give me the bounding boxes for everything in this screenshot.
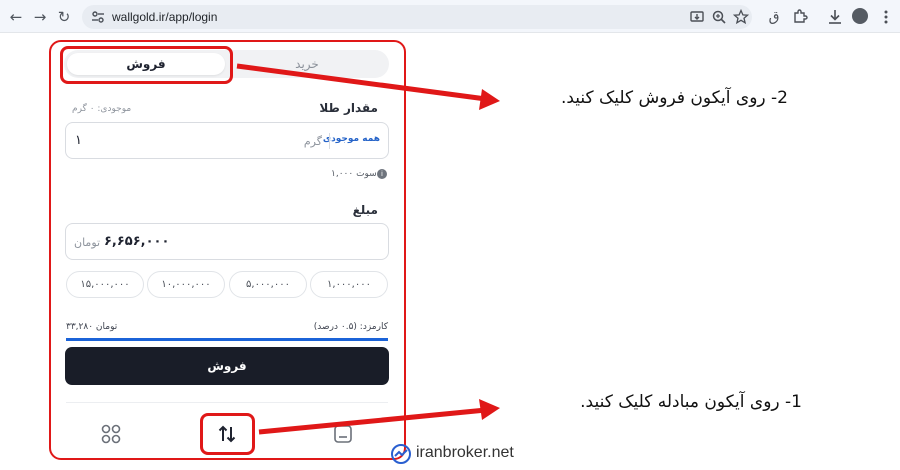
- callout-step-2: 2- روی آیکون فروش کلیک کنید.: [560, 88, 788, 108]
- callout-step-1: 1- روی آیکون مبادله کلیک کنید.: [580, 392, 802, 412]
- arrow-to-sell-tab: [236, 63, 487, 102]
- brand-name: iranbroker.net: [416, 444, 514, 461]
- brand-logo-icon: [391, 444, 411, 464]
- arrowhead-sell-tab: [479, 89, 500, 110]
- arrow-to-exchange-icon: [258, 407, 487, 435]
- arrowhead-exchange-icon: [479, 399, 500, 420]
